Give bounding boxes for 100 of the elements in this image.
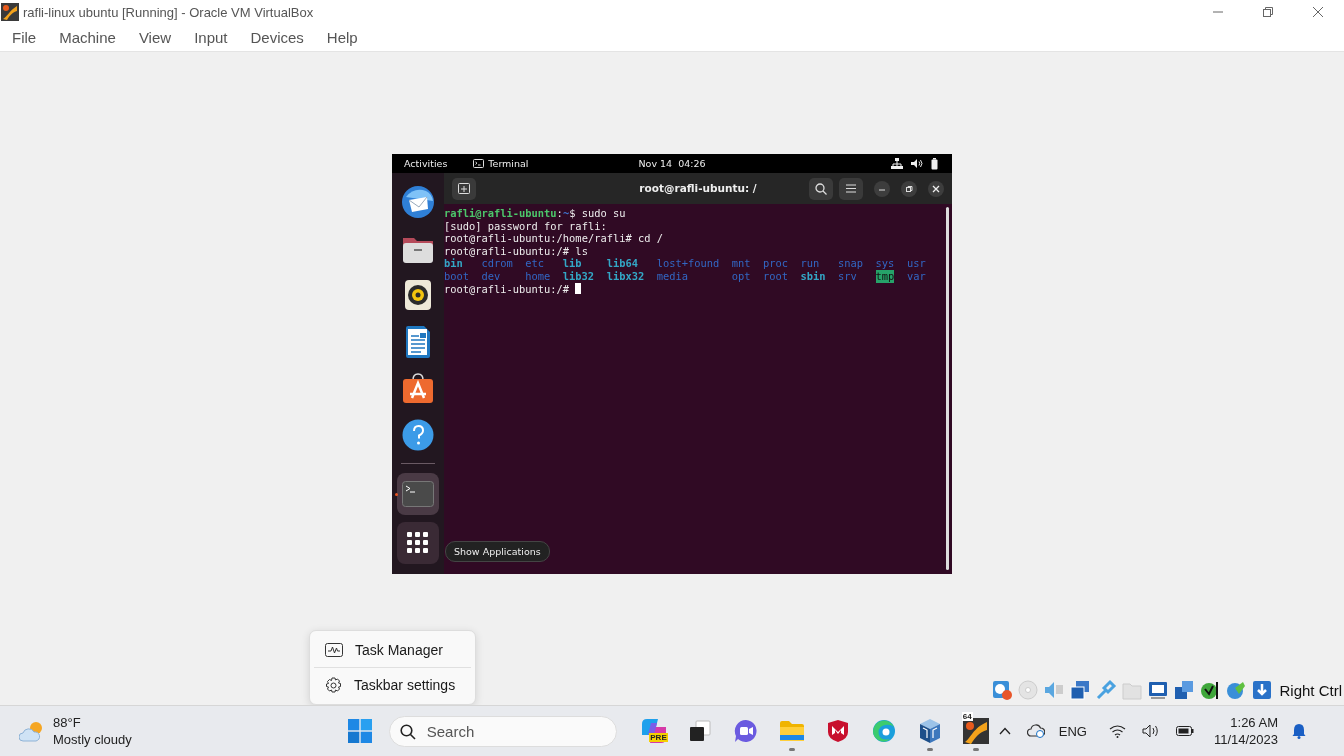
search-icon [815, 182, 827, 195]
activity-chart-icon [325, 643, 343, 657]
clock-time[interactable]: 1:26 AM [1230, 714, 1278, 731]
file-name: lost+found [656, 257, 720, 270]
search-field[interactable]: Search [388, 715, 617, 747]
clock-date[interactable]: 11/14/2023 [1213, 731, 1278, 748]
file-name: usr [906, 257, 926, 270]
search-icon [399, 723, 416, 740]
cube-icon [917, 718, 942, 744]
file-name: run [800, 257, 820, 270]
volume-icon[interactable] [911, 158, 923, 169]
scrollbar[interactable] [946, 207, 949, 570]
file-name: sys [875, 257, 895, 270]
terminal-line: root@rafli-ubuntu:/home/rafli# cd / [444, 232, 663, 245]
menu-item[interactable]: Taskbar settings [310, 668, 475, 702]
activities-button[interactable]: Activities [392, 158, 460, 169]
menu-item[interactable]: Machine [51, 29, 124, 46]
terminal-line: root@rafli-ubuntu:/# ls [444, 244, 588, 258]
menu-item[interactable]: Task Manager [310, 633, 475, 667]
close-button[interactable] [928, 180, 944, 197]
file-name: dev [481, 269, 501, 283]
menu-item[interactable]: Help [318, 29, 366, 46]
terminal-icon [473, 159, 485, 168]
speaker-icon [404, 279, 432, 311]
plus-icon [458, 183, 470, 194]
file-name: mnt [731, 257, 751, 270]
app-badge: PRE [649, 733, 668, 742]
close-icon[interactable] [1312, 6, 1324, 18]
document-icon [405, 325, 431, 358]
menu-item[interactable]: View [130, 29, 180, 46]
mail-icon [401, 185, 435, 219]
battery-icon[interactable] [1175, 726, 1194, 736]
file-name: libx32 [606, 269, 645, 283]
clock[interactable]: Nov 14 04:26 [638, 158, 706, 169]
window-title: rafli-linux ubuntu [Running] - Oracle VM VirtualBox [23, 4, 314, 20]
help-icon [402, 418, 434, 451]
file-name: srv [838, 269, 857, 283]
file-name: opt [731, 269, 751, 283]
start-icon[interactable] [347, 719, 372, 743]
close-icon [932, 184, 940, 193]
file-name: lib64 [606, 257, 638, 270]
shield-icon [826, 719, 849, 743]
browser-icon [871, 719, 896, 743]
menu-icon [846, 184, 856, 193]
search-button[interactable] [809, 177, 833, 200]
file-name: lib [562, 257, 582, 270]
language-indicator[interactable]: ENG [1058, 723, 1087, 739]
restore-button[interactable] [901, 180, 917, 197]
file-name: var [906, 269, 926, 283]
display-icon[interactable] [1147, 679, 1170, 701]
windows-stack-icon [688, 720, 711, 742]
volume-icon[interactable] [1141, 724, 1160, 738]
chevron-up-icon[interactable] [998, 727, 1011, 735]
restore-icon [905, 184, 913, 193]
terminal-line: rafli@rafli-ubuntu:~$ sudo su [444, 207, 626, 220]
file-name: media [656, 269, 688, 283]
terminal-line: [sudo] password for rafli: [444, 219, 607, 233]
cloud-sync-icon[interactable] [1026, 724, 1045, 738]
taskbar-app[interactable]: PRE [630, 709, 677, 753]
menu-item[interactable]: File [4, 29, 45, 46]
menu-item[interactable]: Devices [242, 29, 312, 46]
download-icon[interactable] [1251, 679, 1274, 701]
temperature: 88°F [53, 714, 82, 731]
settings-icon [325, 676, 342, 694]
video-chat-icon [733, 719, 758, 743]
file-name: cdrom [481, 257, 513, 270]
file-name: bin [444, 257, 463, 270]
file-name: home [525, 269, 551, 283]
file-name: snap [838, 257, 864, 270]
restore-icon[interactable] [1262, 6, 1274, 18]
text-cursor [575, 283, 582, 295]
terminal-title: root@rafli-ubuntu: / [639, 182, 757, 194]
terminal-line: root@rafli-ubuntu:/# [444, 282, 582, 296]
app-menu[interactable]: Terminal [459, 158, 529, 169]
menu-button[interactable] [839, 177, 863, 200]
minimize-button[interactable] [874, 180, 890, 197]
folder-icon [778, 720, 805, 742]
app-logo-icon [1, 3, 19, 21]
file-name: sbin [800, 269, 826, 283]
tooltip: Show Applications [445, 541, 550, 562]
new-tab-button[interactable] [452, 177, 476, 200]
file-name: etc [525, 257, 545, 270]
weather-condition: Mostly cloudy [53, 731, 132, 748]
app-grid-icon [407, 531, 429, 554]
show-applications-button[interactable] [397, 521, 439, 564]
file-name: root [763, 269, 789, 283]
shopping-bag-icon [402, 373, 434, 403]
file-name: tmp [875, 269, 895, 283]
file-name: boot [444, 269, 470, 283]
host-key-label: Right Ctrl [1279, 681, 1342, 699]
taskbar-app[interactable]: 64 [952, 709, 999, 753]
wifi-icon[interactable] [1108, 724, 1126, 738]
app-badge: 64 [961, 712, 973, 721]
file-name: lib32 [562, 269, 595, 283]
battery-icon[interactable] [931, 157, 938, 170]
virtual-machine-icon [962, 718, 989, 744]
terminal-icon [402, 481, 434, 507]
file-name: proc [763, 257, 789, 270]
notification-bell-icon[interactable] [1292, 723, 1306, 739]
menu-item[interactable]: Input [186, 29, 236, 46]
